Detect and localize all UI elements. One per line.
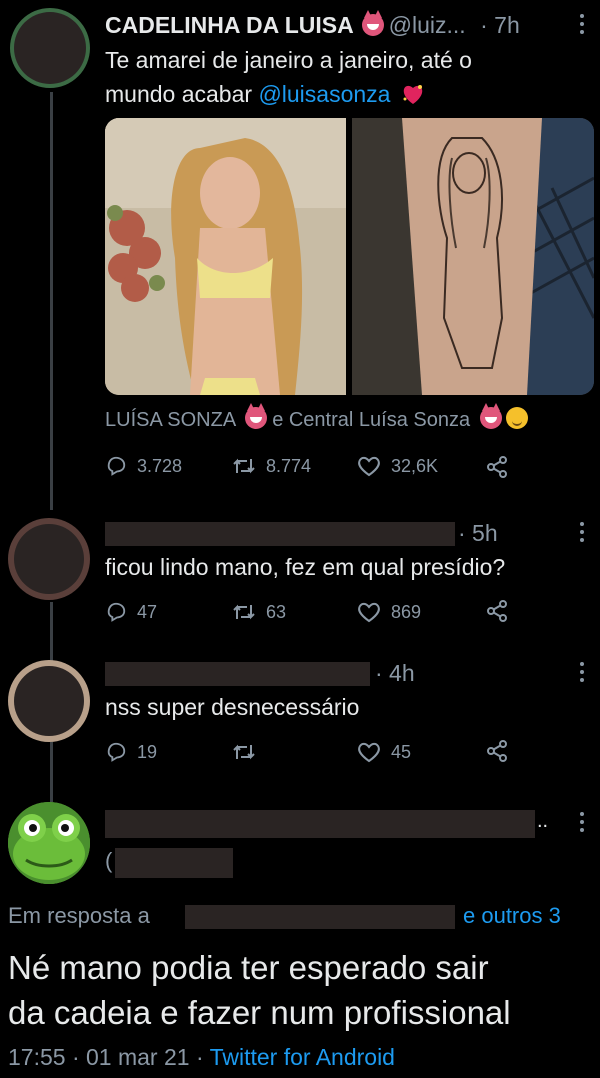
thread-line (50, 742, 53, 802)
retweet-button[interactable] (232, 741, 266, 763)
mention-link[interactable]: @luisasonza (258, 81, 390, 107)
reply-icon (107, 456, 126, 476)
retweet-button[interactable]: 8.774 (232, 455, 311, 477)
timestamp: · 4h (375, 660, 415, 686)
reply-count: 3.728 (137, 455, 183, 476)
devil-emoji-icon (479, 403, 502, 429)
sparkling-heart-icon (401, 81, 425, 104)
retweet-icon (233, 458, 255, 474)
share-icon (487, 600, 507, 622)
share-button[interactable] (485, 599, 519, 623)
heart-icon (358, 742, 380, 763)
reply-icon (107, 602, 126, 622)
reply-text: ficou lindo mano, fez em qual presídio? (105, 554, 506, 580)
share-button[interactable] (485, 739, 519, 763)
redacted-handle (115, 848, 233, 878)
more-options-icon[interactable] (580, 14, 584, 38)
tweet-datetime: 17:55 · 01 mar 21 (8, 1044, 190, 1070)
reply-others-link[interactable]: e outros 3 (463, 903, 561, 929)
thread-line (50, 92, 53, 510)
tweet-text-line: Né mano podia ter esperado sair (8, 949, 489, 986)
name-ellipsis: .. (537, 810, 549, 832)
like-button[interactable]: 869 (357, 601, 421, 623)
avatar-frog[interactable] (8, 802, 90, 884)
thread-line (50, 602, 53, 662)
like-button[interactable]: 32,6K (357, 455, 438, 477)
reply-text: nss super desnecessário (105, 694, 360, 720)
avatar[interactable] (8, 518, 90, 600)
more-options-icon[interactable] (580, 522, 584, 546)
like-count: 45 (391, 741, 412, 762)
share-button[interactable] (485, 455, 519, 479)
redacted-username (105, 662, 370, 686)
like-button[interactable]: 45 (357, 741, 411, 763)
share-icon (487, 456, 507, 478)
retweet-icon (233, 604, 255, 620)
avatar[interactable] (8, 660, 90, 742)
photo-tattoo[interactable] (352, 118, 594, 395)
tweet-header: CADELINHA DA LUISA @luiz... · 7h (105, 10, 520, 39)
reply-count: 47 (137, 601, 158, 622)
tweet-text-line: Te amarei de janeiro a janeiro, até o (105, 47, 472, 73)
redacted-reply-targets (185, 905, 455, 929)
meta-separator: · (195, 1044, 204, 1070)
heart-icon (358, 456, 380, 477)
retweet-count: 8.774 (266, 455, 312, 476)
avatar[interactable] (10, 8, 90, 88)
redacted-username (105, 522, 455, 546)
source-link[interactable]: Twitter for Android (210, 1044, 395, 1070)
tagged-users[interactable]: LUÍSA SONZA e Central Luísa Sonza (105, 403, 528, 432)
reply-button[interactable]: 47 (105, 601, 157, 623)
like-count: 869 (391, 601, 422, 622)
share-icon (487, 740, 507, 762)
devil-emoji-icon (362, 10, 385, 36)
retweet-icon (233, 744, 255, 760)
in-reply-to-label: Em resposta a (8, 903, 150, 928)
tweet-meta: 17:55 · 01 mar 21 · Twitter for Android (8, 1044, 395, 1071)
more-options-icon[interactable] (580, 812, 584, 836)
display-name[interactable]: CADELINHA DA LUISA (105, 12, 354, 38)
handle-paren: ( (105, 848, 113, 873)
timestamp: · 5h (458, 520, 498, 546)
tweet-text-line: da cadeia e fazer num profissional (8, 994, 511, 1031)
reply-icon (107, 742, 126, 762)
tweet-text-line: mundo acabar @luisasonza (105, 78, 425, 111)
tagged-user: LUÍSA SONZA (105, 409, 236, 431)
reply-button[interactable]: 19 (105, 741, 157, 763)
reply-button[interactable]: 3.728 (105, 455, 182, 477)
reply-count: 19 (137, 741, 158, 762)
timestamp: · 7h (480, 12, 520, 38)
retweet-button[interactable]: 63 (232, 601, 286, 623)
relieved-face-icon (505, 407, 528, 429)
handle[interactable]: @luiz... (389, 12, 466, 38)
photo-portrait[interactable] (105, 118, 346, 395)
retweet-count: 63 (266, 601, 287, 622)
redacted-display-name (105, 810, 535, 838)
like-count: 32,6K (391, 455, 439, 476)
heart-icon (358, 602, 380, 623)
devil-emoji-icon (244, 403, 267, 429)
tweet-text: mundo acabar (105, 81, 259, 107)
tagged-user: e Central Luísa Sonza (272, 409, 471, 431)
more-options-icon[interactable] (580, 662, 584, 686)
